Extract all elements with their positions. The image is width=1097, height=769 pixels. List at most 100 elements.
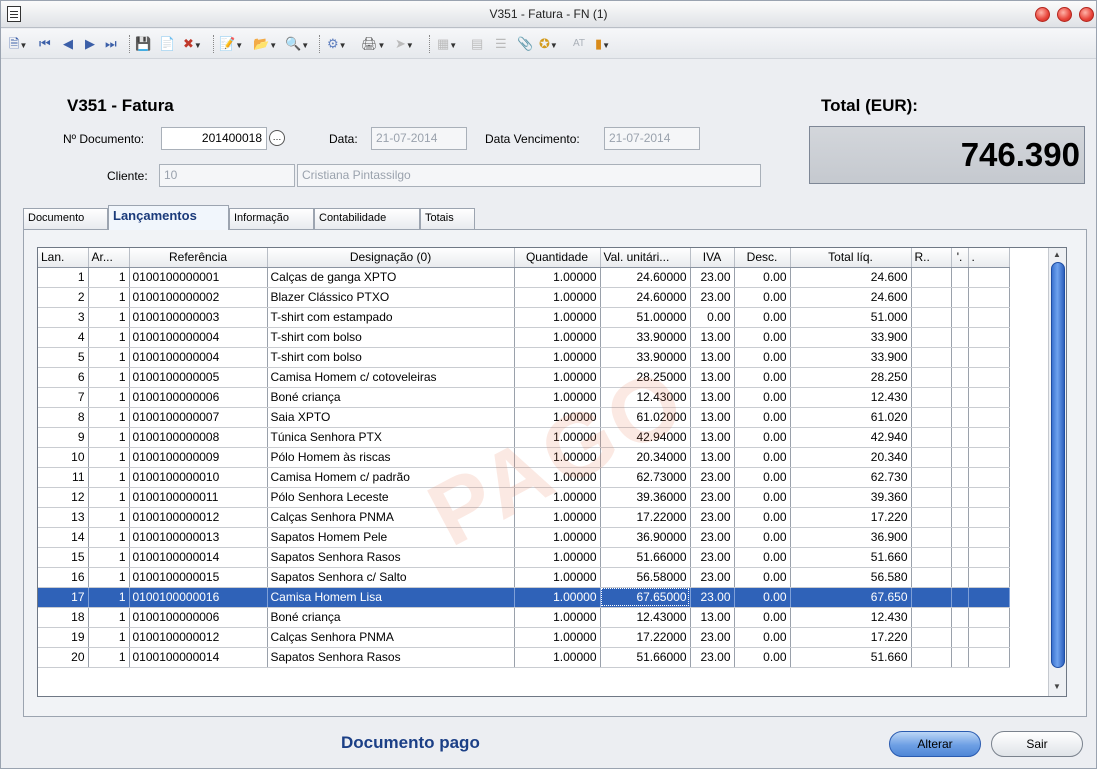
- table-row[interactable]: 4 1 0100100000004 T-shirt com bolso 1.00000 3…: [38, 327, 1010, 348]
- table-cell[interactable]: 0.00: [734, 387, 791, 408]
- table-cell[interactable]: 0.00: [734, 467, 791, 488]
- table-cell[interactable]: [951, 287, 969, 308]
- star-icon[interactable]: ✪▼: [539, 35, 558, 53]
- table-cell[interactable]: [968, 647, 1010, 668]
- table-cell[interactable]: 5: [38, 347, 89, 368]
- table-cell[interactable]: [951, 347, 969, 368]
- table-cell[interactable]: 61.020: [790, 407, 912, 428]
- table-cell[interactable]: 1: [88, 387, 130, 408]
- table-row[interactable]: 13 1 0100100000012 Calças Senhora PNMA 1.000…: [38, 507, 1010, 528]
- table-cell[interactable]: 61.02000: [600, 407, 691, 428]
- table-cell[interactable]: [968, 287, 1010, 308]
- table-cell[interactable]: 0100100000004: [129, 347, 268, 368]
- table-cell[interactable]: [968, 627, 1010, 648]
- tab-contabilidade[interactable]: Contabilidade: [314, 208, 420, 229]
- scroll-down-icon[interactable]: ▼: [1053, 682, 1061, 691]
- table-cell[interactable]: [968, 487, 1010, 508]
- table-cell[interactable]: 1.00000: [514, 347, 601, 368]
- table-cell[interactable]: [911, 527, 952, 548]
- table-cell[interactable]: 17.220: [790, 627, 912, 648]
- table-cell[interactable]: 42.940: [790, 427, 912, 448]
- table-cell[interactable]: 1.00000: [514, 367, 601, 388]
- table-cell[interactable]: Calças Senhora PNMA: [267, 627, 515, 648]
- table-cell[interactable]: [951, 547, 969, 568]
- table-cell[interactable]: 6: [38, 367, 89, 388]
- table-row[interactable]: 5 1 0100100000004 T-shirt com bolso 1.00000 3…: [38, 347, 1010, 368]
- table-cell[interactable]: 0.00: [734, 487, 791, 508]
- table-cell[interactable]: 12.43000: [600, 387, 691, 408]
- grid-icon[interactable]: ▦▼: [437, 35, 457, 53]
- table-cell[interactable]: 56.58000: [600, 567, 691, 588]
- table-cell[interactable]: [911, 487, 952, 508]
- table-cell[interactable]: 67.650: [790, 587, 912, 608]
- table-cell[interactable]: [968, 467, 1010, 488]
- table-cell[interactable]: 51.660: [790, 547, 912, 568]
- table-cell[interactable]: 23.00: [690, 567, 735, 588]
- table-cell[interactable]: [968, 427, 1010, 448]
- table-cell[interactable]: 1: [88, 427, 130, 448]
- table-cell[interactable]: 13.00: [690, 347, 735, 368]
- table-cell[interactable]: 1: [88, 447, 130, 468]
- table-cell[interactable]: 51.00000: [600, 307, 691, 328]
- col-extra-1[interactable]: '.: [951, 248, 969, 268]
- table-cell[interactable]: [968, 607, 1010, 628]
- table-cell[interactable]: Saia XPTO: [267, 407, 515, 428]
- table-cell[interactable]: 33.900: [790, 347, 912, 368]
- table-cell[interactable]: 0.00: [734, 427, 791, 448]
- table-cell[interactable]: 14: [38, 527, 89, 548]
- table-cell[interactable]: 42.94000: [600, 427, 691, 448]
- table-cell[interactable]: [968, 587, 1010, 608]
- table-cell[interactable]: 0.00: [734, 627, 791, 648]
- table-cell[interactable]: 20.340: [790, 447, 912, 468]
- table-row[interactable]: 6 1 0100100000005 Camisa Homem c/ cotovelei…: [38, 367, 1010, 388]
- table-cell[interactable]: 1.00000: [514, 627, 601, 648]
- table-cell[interactable]: [951, 307, 969, 328]
- table-cell[interactable]: 1: [88, 507, 130, 528]
- edit-icon[interactable]: 📝▼: [219, 35, 243, 53]
- scrollbar-thumb[interactable]: [1051, 262, 1065, 668]
- table-cell[interactable]: [911, 447, 952, 468]
- table-cell[interactable]: 0100100000012: [129, 627, 268, 648]
- table-cell[interactable]: 24.60000: [600, 287, 691, 308]
- table-cell[interactable]: 62.730: [790, 467, 912, 488]
- table-cell[interactable]: 51.66000: [600, 647, 691, 668]
- copy-icon[interactable]: 📄: [159, 35, 175, 53]
- table-cell[interactable]: 0.00: [734, 587, 791, 608]
- table-cell[interactable]: 23.00: [690, 287, 735, 308]
- table-row[interactable]: 2 1 0100100000002 Blazer Clássico PTXO 1.000…: [38, 287, 1010, 308]
- tab-informacao[interactable]: Informação: [229, 208, 314, 229]
- table-cell[interactable]: 2: [38, 287, 89, 308]
- doc-number-field[interactable]: 201400018: [161, 127, 267, 150]
- table-cell[interactable]: [968, 367, 1010, 388]
- table-cell[interactable]: [951, 447, 969, 468]
- table-cell[interactable]: Boné criança: [267, 387, 515, 408]
- table-cell[interactable]: 33.900: [790, 327, 912, 348]
- table-cell[interactable]: 1: [88, 327, 130, 348]
- table-cell[interactable]: 0100100000002: [129, 287, 268, 308]
- col-extra-2[interactable]: .: [968, 248, 1010, 268]
- table-cell[interactable]: 12: [38, 487, 89, 508]
- print-icon[interactable]: 🖨▼: [361, 35, 385, 53]
- col-iva[interactable]: IVA: [690, 248, 735, 268]
- table-cell[interactable]: Calças Senhora PNMA: [267, 507, 515, 528]
- table-cell[interactable]: 0100100000008: [129, 427, 268, 448]
- table-cell[interactable]: [951, 487, 969, 508]
- table-cell[interactable]: 0.00: [734, 407, 791, 428]
- tab-documento[interactable]: Documento: [23, 208, 108, 229]
- table-cell[interactable]: 1.00000: [514, 267, 601, 288]
- table-row[interactable]: 16 1 0100100000015 Sapatos Senhora c/ Salto…: [38, 567, 1010, 588]
- table-cell[interactable]: 13.00: [690, 407, 735, 428]
- table-row[interactable]: 3 1 0100100000003 T-shirt com estampado 1.00…: [38, 307, 1010, 328]
- table-cell[interactable]: 0100100000010: [129, 467, 268, 488]
- tab-lancamentos[interactable]: Lançamentos: [108, 205, 229, 230]
- table-cell[interactable]: [951, 647, 969, 668]
- table-cell[interactable]: [911, 427, 952, 448]
- table-cell[interactable]: 23.00: [690, 547, 735, 568]
- table-cell[interactable]: 15: [38, 547, 89, 568]
- table-cell[interactable]: 13.00: [690, 607, 735, 628]
- table-cell[interactable]: 1: [88, 307, 130, 328]
- table-cell[interactable]: 1.00000: [514, 427, 601, 448]
- table-cell[interactable]: 0.00: [734, 567, 791, 588]
- table-cell[interactable]: 1.00000: [514, 547, 601, 568]
- table-cell[interactable]: 0100100000006: [129, 387, 268, 408]
